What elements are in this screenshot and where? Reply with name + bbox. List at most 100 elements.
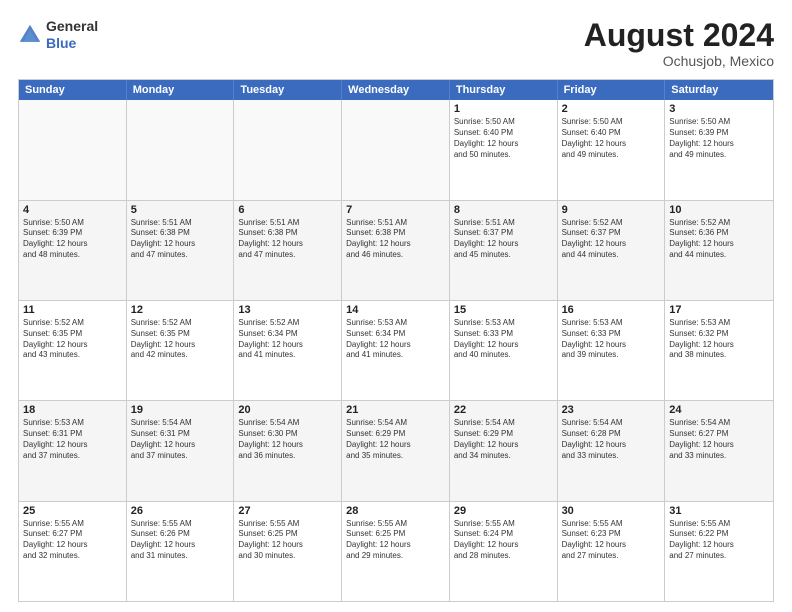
- day-info-11: Sunrise: 5:52 AM Sunset: 6:35 PM Dayligh…: [23, 318, 122, 361]
- day-num-18: 18: [23, 404, 122, 416]
- day-info-4: Sunrise: 5:50 AM Sunset: 6:39 PM Dayligh…: [23, 218, 122, 261]
- day-num-4: 4: [23, 204, 122, 216]
- day-num-24: 24: [669, 404, 769, 416]
- location: Ochusjob, Mexico: [584, 53, 774, 69]
- title-block: August 2024 Ochusjob, Mexico: [584, 18, 774, 69]
- day-num-14: 14: [346, 304, 445, 316]
- logo-general: General: [46, 18, 98, 35]
- cal-cell-r4-c5: 30 Sunrise: 5:55 AM Sunset: 6:23 PM Dayli…: [558, 502, 666, 601]
- cal-cell-r3-c5: 23Sunrise: 5:54 AM Sunset: 6:28 PM Dayli…: [558, 401, 666, 500]
- day-num-10: 10: [669, 204, 769, 216]
- cal-cell-r1-c1: 5 Sunrise: 5:51 AM Sunset: 6:38 PM Daylig…: [127, 201, 235, 300]
- cal-row-0: 1 Sunrise: 5:50 AM Sunset: 6:40 PM Daylig…: [19, 100, 773, 200]
- day-num-23: 23: [562, 404, 661, 416]
- month-title: August 2024: [584, 18, 774, 53]
- cal-cell-r0-c2: [234, 100, 342, 199]
- day-info-12: Sunrise: 5:52 AM Sunset: 6:35 PM Dayligh…: [131, 318, 230, 361]
- day-num-20: 20: [238, 404, 337, 416]
- cal-row-4: 25 Sunrise: 5:55 AM Sunset: 6:27 PM Dayli…: [19, 502, 773, 601]
- header-saturday: Saturday: [665, 80, 773, 100]
- day-info-16: Sunrise: 5:53 AM Sunset: 6:33 PM Dayligh…: [562, 318, 661, 361]
- day-info-3: Sunrise: 5:50 AM Sunset: 6:39 PM Dayligh…: [669, 117, 769, 160]
- day-info-14: Sunrise: 5:53 AM Sunset: 6:34 PM Dayligh…: [346, 318, 445, 361]
- day-info-13: Sunrise: 5:52 AM Sunset: 6:34 PM Dayligh…: [238, 318, 337, 361]
- day-info-17: Sunrise: 5:53 AM Sunset: 6:32 PM Dayligh…: [669, 318, 769, 361]
- day-num-3: 3: [669, 103, 769, 115]
- day-num-17: 17: [669, 304, 769, 316]
- calendar-body: 1 Sunrise: 5:50 AM Sunset: 6:40 PM Daylig…: [19, 100, 773, 601]
- cal-cell-r4-c2: 27Sunrise: 5:55 AM Sunset: 6:25 PM Dayli…: [234, 502, 342, 601]
- day-info-10: Sunrise: 5:52 AM Sunset: 6:36 PM Dayligh…: [669, 218, 769, 261]
- cal-cell-r1-c0: 4 Sunrise: 5:50 AM Sunset: 6:39 PM Daylig…: [19, 201, 127, 300]
- day-info-6: Sunrise: 5:51 AM Sunset: 6:38 PM Dayligh…: [238, 218, 337, 261]
- day-num-29: 29: [454, 505, 553, 517]
- day-info-29: Sunrise: 5:55 AM Sunset: 6:24 PM Dayligh…: [454, 519, 553, 562]
- day-info-7: Sunrise: 5:51 AM Sunset: 6:38 PM Dayligh…: [346, 218, 445, 261]
- day-num-31: 31: [669, 505, 769, 517]
- cal-row-1: 4 Sunrise: 5:50 AM Sunset: 6:39 PM Daylig…: [19, 201, 773, 301]
- page: General Blue August 2024 Ochusjob, Mexic…: [0, 0, 792, 612]
- day-num-5: 5: [131, 204, 230, 216]
- cal-cell-r3-c1: 19Sunrise: 5:54 AM Sunset: 6:31 PM Dayli…: [127, 401, 235, 500]
- cal-cell-r2-c2: 13 Sunrise: 5:52 AM Sunset: 6:34 PM Dayli…: [234, 301, 342, 400]
- day-num-13: 13: [238, 304, 337, 316]
- cal-cell-r1-c2: 6 Sunrise: 5:51 AM Sunset: 6:38 PM Daylig…: [234, 201, 342, 300]
- day-info-1: Sunrise: 5:50 AM Sunset: 6:40 PM Dayligh…: [454, 117, 553, 160]
- cal-cell-r0-c5: 2Sunrise: 5:50 AM Sunset: 6:40 PM Daylig…: [558, 100, 666, 199]
- calendar-header: Sunday Monday Tuesday Wednesday Thursday…: [19, 80, 773, 100]
- header-monday: Monday: [127, 80, 235, 100]
- header-thursday: Thursday: [450, 80, 558, 100]
- day-num-6: 6: [238, 204, 337, 216]
- cal-cell-r2-c0: 11 Sunrise: 5:52 AM Sunset: 6:35 PM Dayli…: [19, 301, 127, 400]
- cal-cell-r2-c3: 14 Sunrise: 5:53 AM Sunset: 6:34 PM Dayli…: [342, 301, 450, 400]
- day-num-1: 1: [454, 103, 553, 115]
- header-tuesday: Tuesday: [234, 80, 342, 100]
- cal-cell-r0-c0: [19, 100, 127, 199]
- cal-cell-r3-c3: 21Sunrise: 5:54 AM Sunset: 6:29 PM Dayli…: [342, 401, 450, 500]
- day-info-8: Sunrise: 5:51 AM Sunset: 6:37 PM Dayligh…: [454, 218, 553, 261]
- logo-blue: Blue: [46, 35, 98, 52]
- cal-cell-r0-c3: [342, 100, 450, 199]
- cal-cell-r2-c6: 17 Sunrise: 5:53 AM Sunset: 6:32 PM Dayli…: [665, 301, 773, 400]
- day-num-7: 7: [346, 204, 445, 216]
- header-sunday: Sunday: [19, 80, 127, 100]
- day-num-11: 11: [23, 304, 122, 316]
- day-info-5: Sunrise: 5:51 AM Sunset: 6:38 PM Dayligh…: [131, 218, 230, 261]
- day-info-26: Sunrise: 5:55 AM Sunset: 6:26 PM Dayligh…: [131, 519, 230, 562]
- cal-cell-r0-c6: 3 Sunrise: 5:50 AM Sunset: 6:39 PM Daylig…: [665, 100, 773, 199]
- cal-cell-r1-c6: 10 Sunrise: 5:52 AM Sunset: 6:36 PM Dayli…: [665, 201, 773, 300]
- day-num-25: 25: [23, 505, 122, 517]
- cal-cell-r2-c4: 15 Sunrise: 5:53 AM Sunset: 6:33 PM Dayli…: [450, 301, 558, 400]
- day-num-22: 22: [454, 404, 553, 416]
- cal-cell-r1-c3: 7 Sunrise: 5:51 AM Sunset: 6:38 PM Daylig…: [342, 201, 450, 300]
- cal-row-2: 11 Sunrise: 5:52 AM Sunset: 6:35 PM Dayli…: [19, 301, 773, 401]
- header-friday: Friday: [558, 80, 666, 100]
- day-info-22: Sunrise: 5:54 AM Sunset: 6:29 PM Dayligh…: [454, 418, 553, 461]
- day-num-8: 8: [454, 204, 553, 216]
- day-info-25: Sunrise: 5:55 AM Sunset: 6:27 PM Dayligh…: [23, 519, 122, 562]
- header-wednesday: Wednesday: [342, 80, 450, 100]
- day-info-19: Sunrise: 5:54 AM Sunset: 6:31 PM Dayligh…: [131, 418, 230, 461]
- cal-cell-r1-c4: 8 Sunrise: 5:51 AM Sunset: 6:37 PM Daylig…: [450, 201, 558, 300]
- calendar: Sunday Monday Tuesday Wednesday Thursday…: [18, 79, 774, 602]
- day-num-30: 30: [562, 505, 661, 517]
- day-num-15: 15: [454, 304, 553, 316]
- day-info-15: Sunrise: 5:53 AM Sunset: 6:33 PM Dayligh…: [454, 318, 553, 361]
- day-info-30: Sunrise: 5:55 AM Sunset: 6:23 PM Dayligh…: [562, 519, 661, 562]
- cal-cell-r4-c6: 31 Sunrise: 5:55 AM Sunset: 6:22 PM Dayli…: [665, 502, 773, 601]
- day-num-9: 9: [562, 204, 661, 216]
- cal-cell-r1-c5: 9Sunrise: 5:52 AM Sunset: 6:37 PM Daylig…: [558, 201, 666, 300]
- cal-cell-r4-c0: 25 Sunrise: 5:55 AM Sunset: 6:27 PM Dayli…: [19, 502, 127, 601]
- day-info-27: Sunrise: 5:55 AM Sunset: 6:25 PM Dayligh…: [238, 519, 337, 562]
- day-num-12: 12: [131, 304, 230, 316]
- day-num-2: 2: [562, 103, 661, 115]
- cal-cell-r3-c2: 20Sunrise: 5:54 AM Sunset: 6:30 PM Dayli…: [234, 401, 342, 500]
- cal-row-3: 18Sunrise: 5:53 AM Sunset: 6:31 PM Dayli…: [19, 401, 773, 501]
- day-num-16: 16: [562, 304, 661, 316]
- day-info-24: Sunrise: 5:54 AM Sunset: 6:27 PM Dayligh…: [669, 418, 769, 461]
- cal-cell-r4-c1: 26Sunrise: 5:55 AM Sunset: 6:26 PM Dayli…: [127, 502, 235, 601]
- cal-cell-r0-c1: [127, 100, 235, 199]
- day-info-31: Sunrise: 5:55 AM Sunset: 6:22 PM Dayligh…: [669, 519, 769, 562]
- cal-cell-r3-c4: 22 Sunrise: 5:54 AM Sunset: 6:29 PM Dayli…: [450, 401, 558, 500]
- day-info-28: Sunrise: 5:55 AM Sunset: 6:25 PM Dayligh…: [346, 519, 445, 562]
